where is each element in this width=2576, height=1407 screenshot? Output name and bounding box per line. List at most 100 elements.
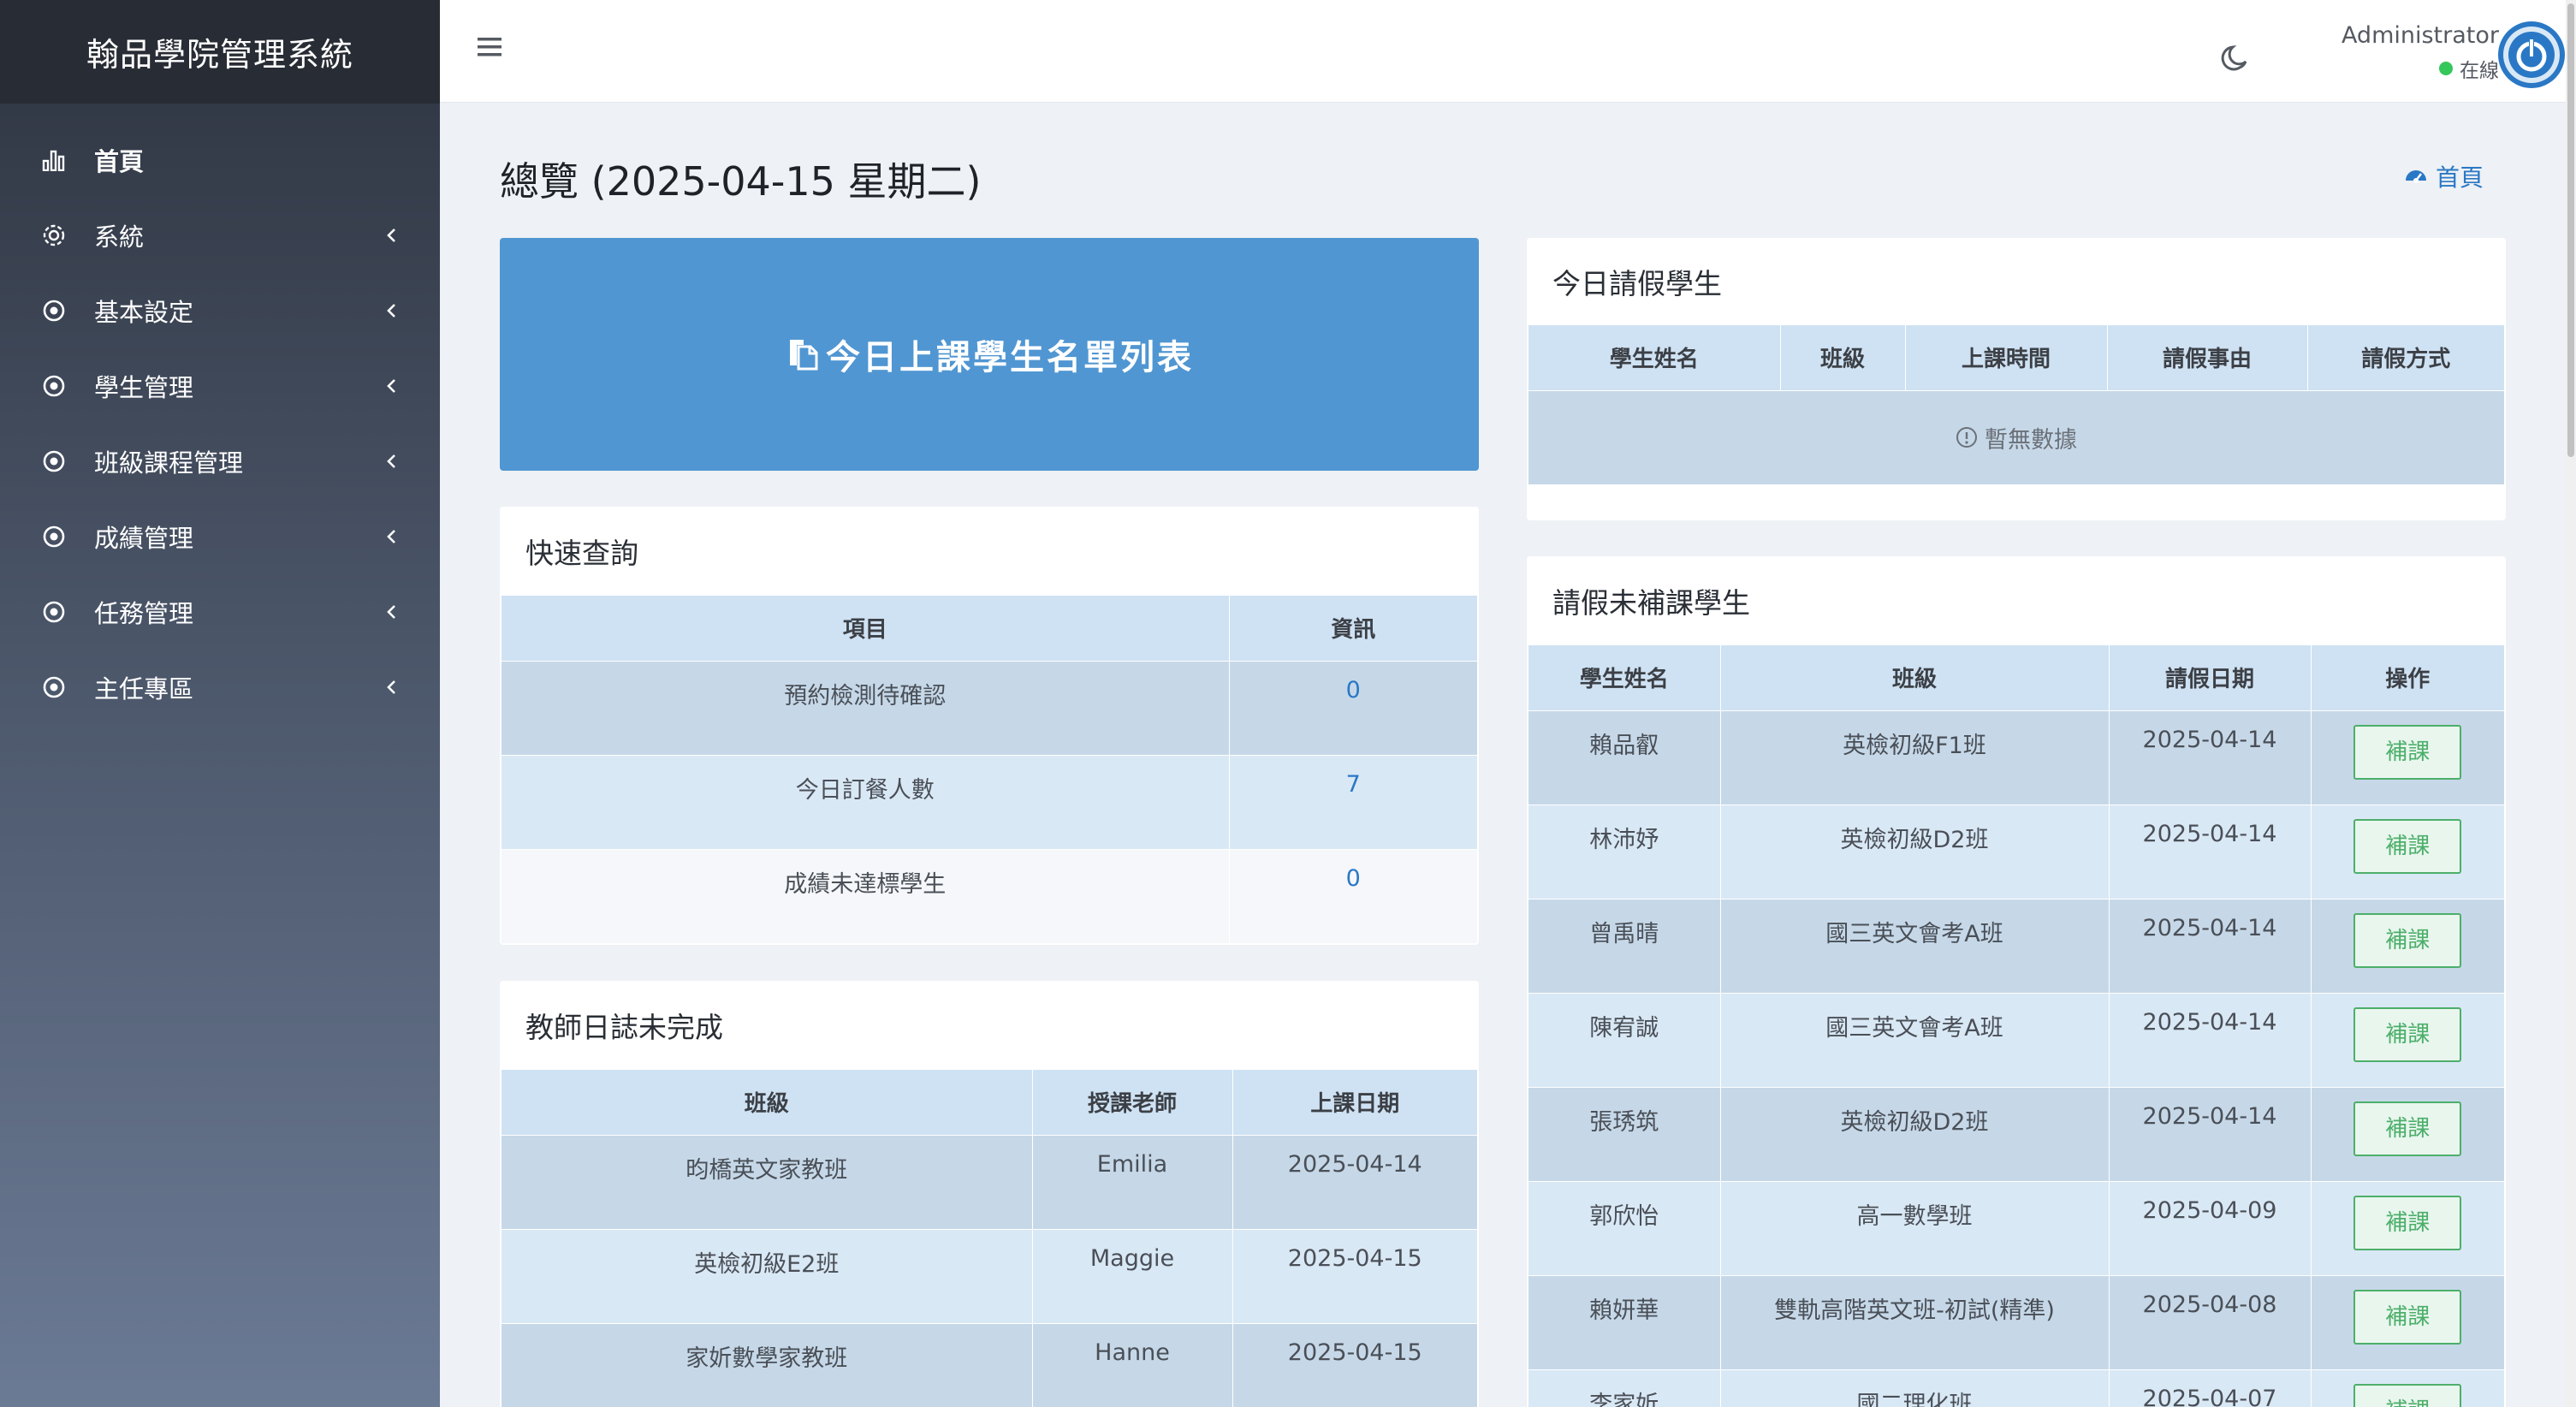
table-row: 賴妍華 雙軌高階英文班-初試(精準) 2025-04-08 補課	[1528, 1274, 2504, 1369]
table-row: 張琇筑 英檢初級D2班 2025-04-14 補課	[1528, 1086, 2504, 1181]
column-header: 學生姓名	[1528, 325, 1781, 390]
sidebar-item-class-course-management[interactable]: 班級課程管理	[0, 424, 440, 499]
circle-dot-icon	[41, 524, 67, 549]
gear-icon	[41, 223, 67, 248]
table-cell-link[interactable]: 7	[1229, 754, 1477, 849]
banner-label: 今日上課學生名單列表	[826, 338, 1194, 377]
page-scrollbar[interactable]	[2566, 0, 2576, 1407]
breadcrumb[interactable]: 首頁	[2403, 159, 2484, 193]
table-cell: 2025-04-15	[1232, 1322, 1477, 1407]
chevron-left-icon	[382, 301, 401, 320]
makeup-button[interactable]: 補課	[2353, 818, 2462, 874]
card-title: 今日請假學生	[1552, 267, 1722, 300]
user-status-label: 在線	[2460, 60, 2499, 82]
today-student-list-button[interactable]: 今日上課學生名單列表	[500, 238, 1479, 471]
sidebar-item-student-management[interactable]: 學生管理	[0, 348, 440, 424]
sidebar-item-label: 基本設定	[94, 298, 194, 327]
student-name-cell: 賴品叡	[1528, 709, 1721, 804]
sidebar-item-label: 學生管理	[94, 373, 194, 402]
chevron-left-icon	[382, 678, 401, 697]
makeup-button[interactable]: 補課	[2353, 1006, 2462, 1062]
hamburger-menu-icon[interactable]	[476, 34, 503, 60]
sidebar-item-grade-management[interactable]: 成績管理	[0, 499, 440, 574]
table-cell-link[interactable]: 0	[1229, 660, 1477, 755]
user-info[interactable]: Administrator 在線	[2342, 22, 2499, 83]
class-cell: 國三英文會考A班	[1720, 992, 2110, 1087]
column-header: 上課時間	[1905, 325, 2108, 390]
moon-icon[interactable]	[2217, 41, 2252, 75]
class-cell: 國二理化班	[1720, 1368, 2110, 1407]
column-header: 請假日期	[2109, 645, 2312, 710]
page-title: 總覽 (2025-04-15 星期二)	[500, 158, 982, 205]
action-cell: 補課	[2311, 1086, 2504, 1181]
makeup-button[interactable]: 補課	[2353, 912, 2462, 968]
sidebar-item-director-area[interactable]: 主任專區	[0, 650, 440, 725]
chevron-left-icon	[382, 603, 401, 621]
leave-date-cell: 2025-04-08	[2109, 1274, 2312, 1369]
sidebar-item-task-management[interactable]: 任務管理	[0, 574, 440, 650]
chevron-left-icon	[382, 377, 401, 395]
table-cell: 成績未達標學生	[502, 848, 1230, 943]
avatar[interactable]	[2497, 21, 2566, 89]
leave-date-cell: 2025-04-14	[2109, 709, 2312, 804]
class-cell: 國三英文會考A班	[1720, 898, 2110, 993]
sidebar-item-label: 系統	[94, 223, 145, 252]
dashboard-icon	[2403, 163, 2429, 189]
column-header: 學生姓名	[1528, 645, 1721, 710]
circle-dot-icon	[41, 298, 67, 324]
column-header: 班級	[502, 1070, 1033, 1135]
table-cell: 今日訂餐人數	[502, 754, 1230, 849]
student-name-cell: 陳宥誠	[1528, 992, 1721, 1087]
sidebar-menu: 首頁 系統 基本設定 學生管理 班級課程管理 成績管理 任務管理 主任專區	[0, 104, 440, 725]
sidebar-item-basic-settings[interactable]: 基本設定	[0, 273, 440, 348]
class-cell: 雙軌高階英文班-初試(精準)	[1720, 1274, 2110, 1369]
column-header: 授課老師	[1032, 1070, 1233, 1135]
card-title: 教師日誌未完成	[525, 1011, 723, 1044]
quick-query-table: 項目 資訊 預約檢測待確認 0 今日訂餐人數 7 成績未達標學生 0	[502, 596, 1477, 943]
action-cell: 補課	[2311, 1368, 2504, 1407]
top-header: Administrator 在線	[440, 0, 2566, 103]
student-name-cell: 張琇筑	[1528, 1086, 1721, 1181]
makeup-button[interactable]: 補課	[2353, 1383, 2462, 1407]
action-cell: 補課	[2311, 804, 2504, 899]
table-row: 家妡數學家教班 Hanne 2025-04-15	[502, 1322, 1477, 1407]
class-cell: 英檢初級F1班	[1720, 709, 2110, 804]
student-name-cell: 林沛妤	[1528, 804, 1721, 899]
quick-query-card: 快速查詢 項目 資訊 預約檢測待確認 0 今日訂餐人數 7 成績未達標學生 0	[500, 507, 1479, 945]
makeup-button[interactable]: 補課	[2353, 1289, 2462, 1345]
makeup-button[interactable]: 補課	[2353, 1101, 2462, 1156]
scrollbar-thumb[interactable]	[2567, 3, 2574, 457]
leave-date-cell: 2025-04-14	[2109, 1086, 2312, 1181]
student-name-cell: 賴妍華	[1528, 1274, 1721, 1369]
empty-cell: 暫無數據	[1528, 389, 2504, 484]
makeup-button[interactable]: 補課	[2353, 724, 2462, 780]
table-cell-link[interactable]: 0	[1229, 848, 1477, 943]
empty-text: 暫無數據	[1985, 426, 2077, 454]
table-cell: 預約檢測待確認	[502, 660, 1230, 755]
leave-today-table: 學生姓名 班級 上課時間 請假事由 請假方式 暫無數據	[1528, 325, 2504, 484]
table-row: 預約檢測待確認 0	[502, 660, 1477, 755]
circle-dot-icon	[41, 448, 67, 474]
column-header: 班級	[1780, 325, 1906, 390]
column-header: 項目	[502, 596, 1230, 661]
student-name-cell: 李家妡	[1528, 1368, 1721, 1407]
class-cell: 高一數學班	[1720, 1180, 2110, 1275]
makeup-button[interactable]: 補課	[2353, 1195, 2462, 1250]
user-name: Administrator	[2341, 22, 2499, 49]
sidebar-item-home[interactable]: 首頁	[0, 122, 440, 198]
table-cell: 2025-04-15	[1232, 1228, 1477, 1323]
column-header: 上課日期	[1232, 1070, 1477, 1135]
action-cell: 補課	[2311, 992, 2504, 1087]
chevron-left-icon	[382, 452, 401, 471]
chevron-left-icon	[382, 226, 401, 245]
leave-date-cell: 2025-04-14	[2109, 898, 2312, 993]
circle-dot-icon	[41, 599, 67, 625]
sidebar-item-system[interactable]: 系統	[0, 198, 440, 273]
sidebar-item-label: 成績管理	[94, 524, 194, 553]
table-cell: 英檢初級E2班	[502, 1228, 1033, 1323]
leave-date-cell: 2025-04-07	[2109, 1368, 2312, 1407]
bar-chart-icon	[41, 147, 67, 173]
table-row: 昀橋英文家教班 Emilia 2025-04-14	[502, 1134, 1477, 1229]
card-title: 請假未補課學生	[1552, 586, 1750, 620]
online-status-dot-icon	[2439, 62, 2453, 75]
